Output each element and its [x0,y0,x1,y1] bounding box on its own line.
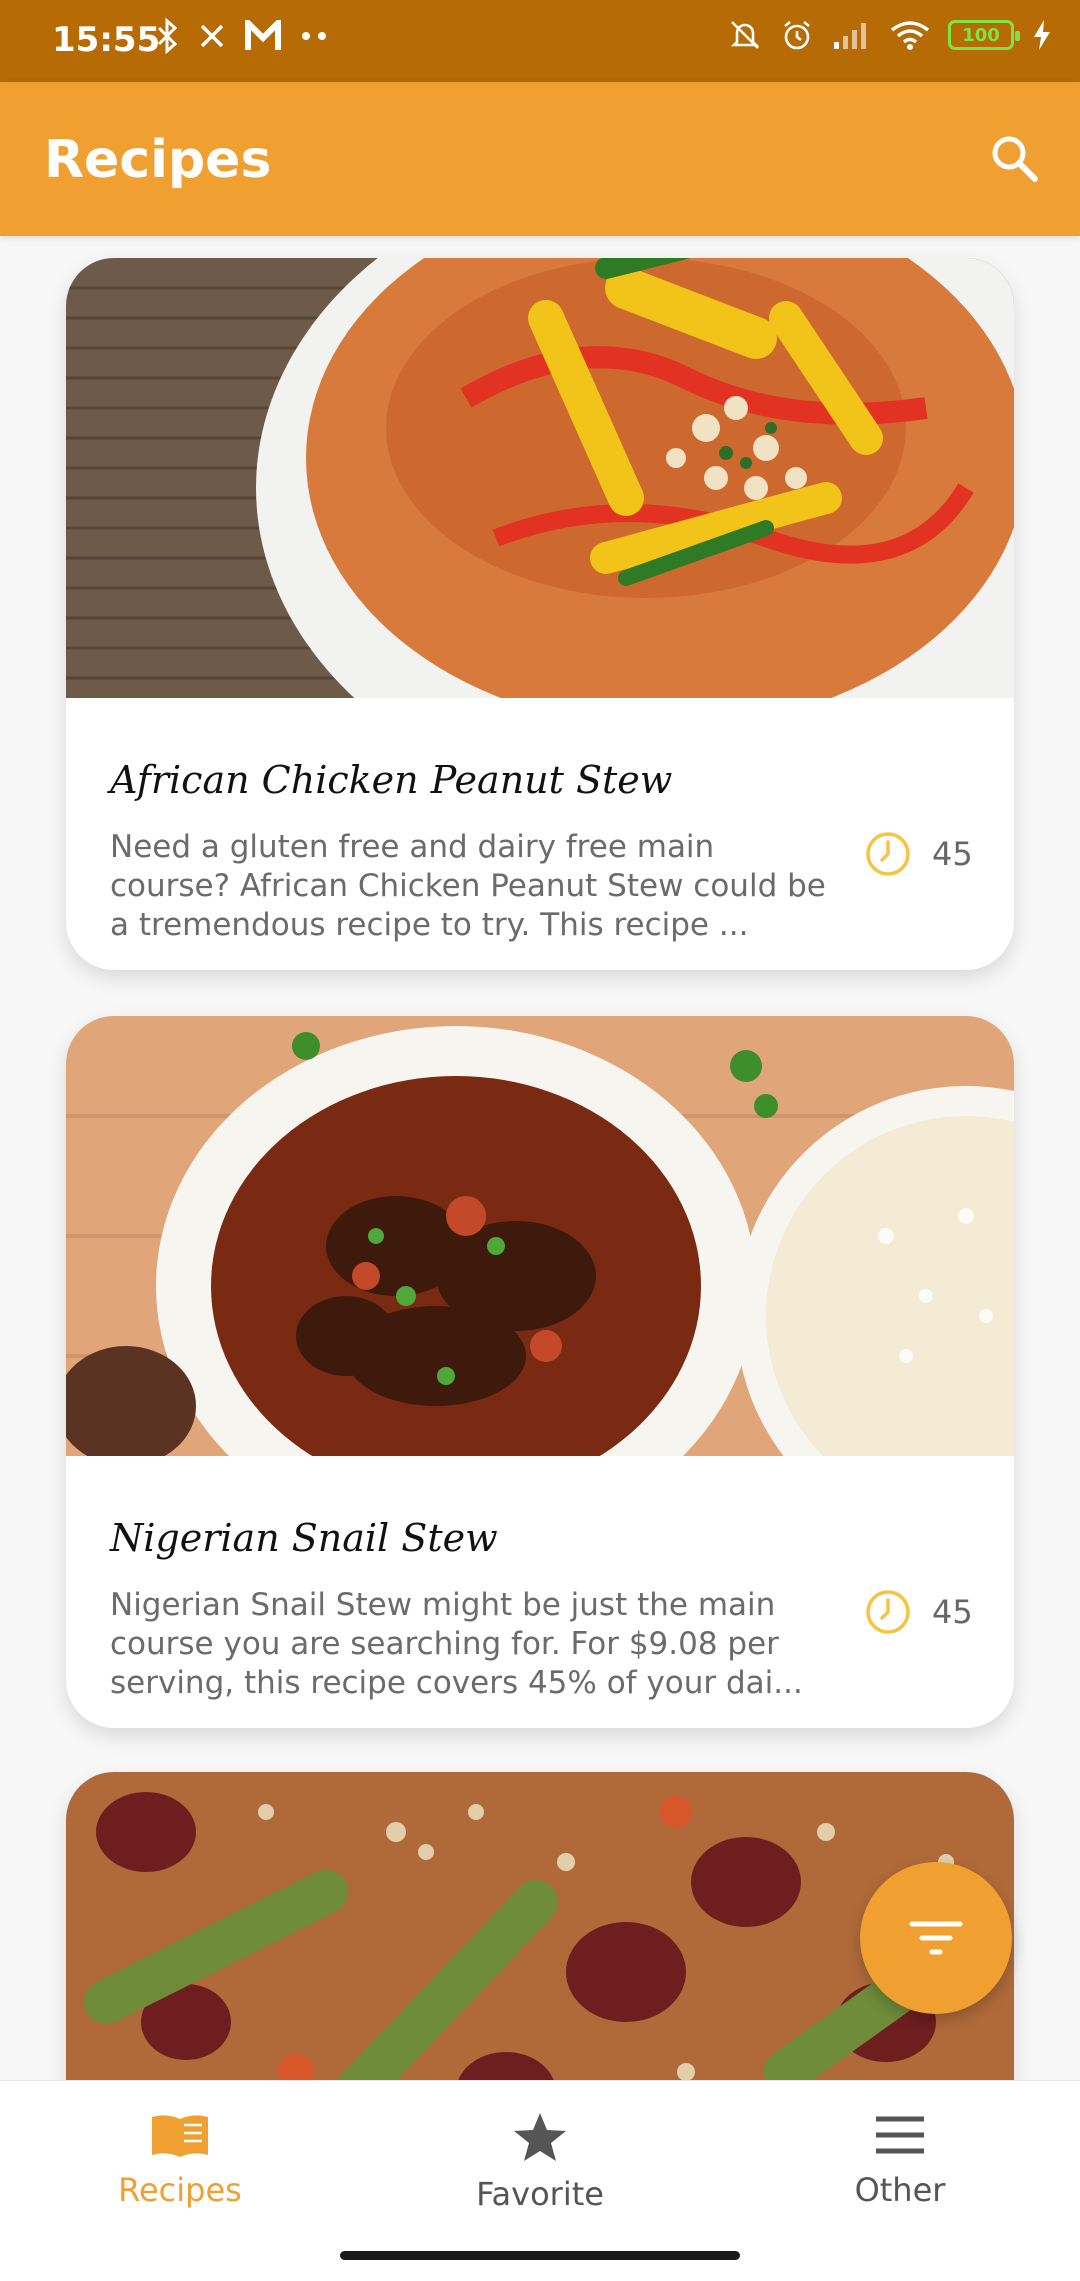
clock-icon [866,832,910,876]
bluetooth-icon [157,18,178,54]
nav-item-recipes[interactable]: Recipes [50,2111,310,2231]
nav-label-favorite: Favorite [476,2175,604,2213]
recipe-card[interactable]: Nigerian Snail Stew Nigerian Snail Stew … [66,1016,1014,1728]
home-indicator[interactable] [340,2251,740,2260]
menu-icon [876,2116,924,2154]
status-bar: 15:55 100 [0,0,1080,82]
recipe-title: African Chicken Peanut Stew [110,758,673,802]
book-icon [152,2115,208,2157]
nav-label-other: Other [854,2171,946,2209]
clock-icon [866,1590,910,1634]
status-time: 15:55 [52,20,161,60]
recipe-title: Nigerian Snail Stew [110,1516,498,1560]
recipe-description: Nigerian Snail Stew might be just the ma… [110,1587,803,1701]
status-right-icons: 100 [728,18,1052,52]
recipe-time: 45 [864,1588,973,1636]
alarm-icon [784,20,810,50]
recipe-minutes: 45 [932,835,973,873]
recipe-description: Need a gluten free and dairy free main c… [110,829,826,943]
nav-item-favorite[interactable]: Favorite [410,2111,670,2231]
close-icon [200,24,224,48]
wifi-icon [890,21,930,50]
recipe-time: 45 [864,830,973,878]
star-icon [514,2113,566,2161]
filter-icon [909,1921,963,1955]
mute-icon [730,21,760,49]
signal-icon [834,23,866,49]
filter-button[interactable] [860,1862,1012,2014]
search-button[interactable] [982,126,1046,190]
status-left-icons [155,18,327,54]
more-dots-icon [302,32,326,40]
charging-icon [1034,20,1050,50]
battery-icon: 100 [948,20,1020,50]
nav-item-other[interactable]: Other [770,2111,1030,2231]
nav-label-recipes: Recipes [118,2171,242,2209]
recipe-list[interactable]: African Chicken Peanut Stew Need a glute… [0,236,1080,2080]
app-bar: Recipes [0,82,1080,236]
recipe-card[interactable]: African Chicken Peanut Stew Need a glute… [66,258,1014,970]
battery-level: 100 [962,24,1000,46]
page-title: Recipes [44,130,272,190]
recipe-minutes: 45 [932,1593,973,1631]
gmail-icon [245,20,281,50]
recipe-photo [66,258,1014,698]
search-icon [992,136,1038,182]
recipe-photo [66,1016,1014,1456]
